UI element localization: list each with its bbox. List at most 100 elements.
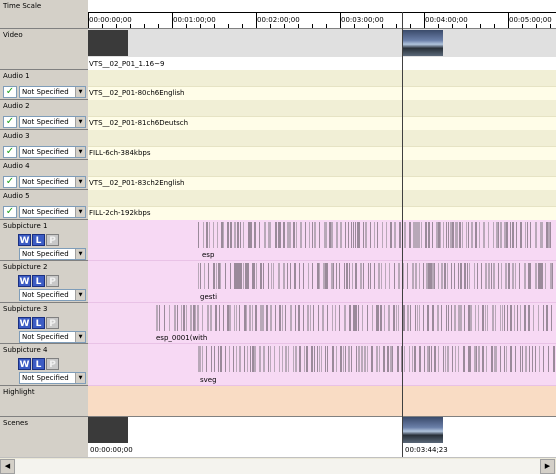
subpicture-track-label-4: Subpicture 4 W L P Not Specified ▼ [0, 344, 88, 386]
subpicture-event-mark [372, 305, 373, 331]
subpicture-event-mark [476, 346, 477, 372]
audio-clip-1[interactable]: VTS__02_P01-80ch6English [88, 87, 556, 100]
highlight-track[interactable] [88, 386, 556, 417]
audio-language-select[interactable]: Not Specified ▼ [19, 146, 86, 158]
audio-enable-checkbox[interactable]: ✓ [3, 86, 17, 98]
subpicture-track-2[interactable]: gesti [88, 261, 556, 303]
audio-track-2[interactable] [88, 100, 556, 117]
widescreen-button[interactable]: W [18, 234, 31, 246]
subpicture-event-mark [485, 305, 486, 331]
audio-track-4[interactable] [88, 160, 556, 177]
subpicture-event-mark [412, 263, 414, 289]
pan-scan-button[interactable]: P [46, 317, 59, 329]
scene-thumbnail-start[interactable] [88, 417, 128, 443]
subpicture-event-mark [332, 305, 333, 331]
letterbox-button[interactable]: L [32, 317, 45, 329]
audio-track-1[interactable] [88, 70, 556, 87]
chevron-down-icon[interactable]: ▼ [75, 177, 85, 187]
subpicture-track-1[interactable]: esp [88, 220, 556, 261]
subpicture-event-mark [360, 263, 362, 289]
time-ruler[interactable]: 00:00:00;00 00:01:00;00 00:02:00;00 00:0… [88, 0, 556, 29]
video-thumbnail-chapter [403, 30, 443, 56]
subpicture-event-mark [525, 346, 527, 372]
subpicture-event-mark [262, 305, 264, 331]
subpicture-language-select[interactable]: Not Specified ▼ [19, 248, 86, 260]
audio-language-select[interactable]: Not Specified ▼ [19, 116, 86, 128]
subpicture-track-3[interactable]: esp_0001(with [88, 303, 556, 344]
subpicture-event-mark [312, 263, 313, 289]
subpicture-event-mark [355, 222, 356, 248]
subpicture-language-select[interactable]: Not Specified ▼ [19, 289, 86, 301]
pan-scan-button[interactable]: P [46, 234, 59, 246]
audio-language-select[interactable]: Not Specified ▼ [19, 206, 86, 218]
subpicture-event-mark [502, 305, 503, 331]
subpicture-event-mark [204, 263, 205, 289]
subpicture-event-mark [404, 346, 405, 372]
subpicture-language-select[interactable]: Not Specified ▼ [19, 372, 86, 384]
subpicture-event-mark [385, 263, 386, 289]
subpicture-track-4[interactable]: sveg [88, 344, 556, 386]
scroll-right-button[interactable]: ▶ [540, 459, 555, 474]
letterbox-button[interactable]: L [32, 234, 45, 246]
widescreen-button[interactable]: W [18, 317, 31, 329]
audio-enable-checkbox[interactable]: ✓ [3, 206, 17, 218]
subpicture-event-mark [468, 222, 469, 248]
widescreen-button[interactable]: W [18, 275, 31, 287]
subpicture-event-mark [407, 263, 408, 289]
pan-scan-button[interactable]: P [46, 275, 59, 287]
subpicture-event-mark [524, 263, 526, 289]
subpicture-event-mark [283, 222, 285, 248]
chevron-down-icon[interactable]: ▼ [75, 373, 85, 383]
chevron-down-icon[interactable]: ▼ [75, 87, 85, 97]
chevron-down-icon[interactable]: ▼ [75, 147, 85, 157]
audio-clip-4[interactable]: VTS__02_P01-83ch2English [88, 177, 556, 190]
subpicture-event-mark [542, 222, 543, 248]
audio-enable-checkbox[interactable]: ✓ [3, 116, 17, 128]
ruler-minor-tick [396, 24, 397, 28]
horizontal-scrollbar[interactable]: ◀ ▶ [0, 457, 556, 474]
chevron-down-icon[interactable]: ▼ [75, 207, 85, 217]
subpicture-event-mark [524, 305, 526, 331]
subpicture-event-mark [351, 346, 352, 372]
chevron-down-icon[interactable]: ▼ [75, 290, 85, 300]
subpicture-event-mark [356, 346, 357, 372]
subpicture-event-mark [393, 305, 395, 331]
audio-track-3[interactable] [88, 130, 556, 147]
audio-clip-3[interactable]: FILL-6ch-384kbps [88, 147, 556, 160]
pan-scan-button[interactable]: P [46, 358, 59, 370]
subpicture-event-mark [349, 305, 351, 331]
subpicture-event-mark [359, 222, 360, 248]
scene-thumbnail-chapter[interactable] [403, 417, 443, 443]
widescreen-button[interactable]: W [18, 358, 31, 370]
scrollbar-thumb[interactable] [15, 459, 540, 474]
chevron-down-icon[interactable]: ▼ [75, 117, 85, 127]
chevron-down-icon[interactable]: ▼ [75, 332, 85, 342]
subpicture-language-select[interactable]: Not Specified ▼ [19, 331, 86, 343]
letterbox-button[interactable]: L [32, 275, 45, 287]
video-clip-bar[interactable]: VTS__02_P01_1.16~9 [88, 57, 556, 70]
audio-label: Audio 2 [3, 102, 30, 110]
scroll-left-button[interactable]: ◀ [0, 459, 15, 474]
subpicture-event-mark [298, 305, 300, 331]
scenes-track[interactable] [88, 417, 556, 443]
chevron-down-icon[interactable]: ▼ [75, 249, 85, 259]
playhead-line[interactable] [402, 12, 403, 457]
audio-clip-2[interactable]: VTS__02_P01-81ch6Deutsch [88, 117, 556, 130]
subpicture-event-mark [434, 263, 435, 289]
audio-enable-checkbox[interactable]: ✓ [3, 146, 17, 158]
subpicture-event-mark [213, 222, 214, 248]
audio-clip-label: VTS__02_P01-83ch2English [89, 179, 185, 187]
audio-track-5[interactable] [88, 190, 556, 207]
subpicture-event-mark [388, 305, 390, 331]
subpicture-event-mark [412, 346, 413, 372]
audio-language-select[interactable]: Not Specified ▼ [19, 86, 86, 98]
subpicture-event-mark [460, 263, 462, 289]
audio-enable-checkbox[interactable]: ✓ [3, 176, 17, 188]
subpicture-event-mark [266, 305, 268, 331]
letterbox-button[interactable]: L [32, 358, 45, 370]
timeline-area[interactable]: 00:00:00;00 00:01:00;00 00:02:00;00 00:0… [88, 0, 556, 457]
video-track[interactable] [88, 29, 556, 57]
audio-clip-5[interactable]: FILL-2ch-192kbps [88, 207, 556, 220]
ruler-minor-tick [270, 24, 271, 28]
audio-language-select[interactable]: Not Specified ▼ [19, 176, 86, 188]
